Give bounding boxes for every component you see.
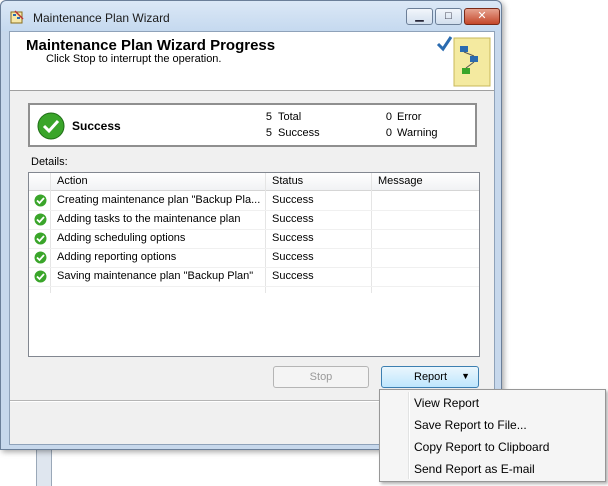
menu-item-send-report[interactable]: Send Report as E-mail bbox=[414, 462, 535, 476]
column-header-action[interactable]: Action bbox=[57, 175, 88, 187]
wizard-window: Maintenance Plan Wizard ▁ □ ✕ Maintenanc… bbox=[0, 0, 502, 450]
close-icon: ✕ bbox=[477, 10, 487, 22]
error-label: Error bbox=[397, 111, 422, 123]
wizard-banner-icon bbox=[436, 36, 491, 87]
row-status: Success bbox=[272, 232, 314, 244]
maximize-button[interactable]: □ bbox=[435, 8, 462, 25]
window-title: Maintenance Plan Wizard bbox=[33, 11, 170, 25]
success-icon bbox=[34, 270, 47, 283]
row-action: Adding scheduling options bbox=[57, 232, 186, 244]
menu-item-view-report[interactable]: View Report bbox=[414, 396, 479, 410]
wizard-header: Maintenance Plan Wizard Progress Click S… bbox=[10, 32, 494, 91]
stop-button-label: Stop bbox=[309, 371, 333, 383]
row-action: Adding tasks to the maintenance plan bbox=[57, 213, 241, 225]
close-button[interactable]: ✕ bbox=[464, 8, 500, 25]
title-bar[interactable]: Maintenance Plan Wizard ▁ □ ✕ bbox=[1, 1, 501, 31]
total-label: Total bbox=[278, 111, 302, 123]
table-row[interactable]: Creating maintenance plan "Backup Pla...… bbox=[29, 191, 479, 211]
row-status: Success bbox=[272, 251, 314, 263]
total-count: 5 bbox=[265, 111, 272, 123]
background-window-edge bbox=[36, 450, 52, 486]
row-action: Saving maintenance plan "Backup Plan" bbox=[57, 270, 254, 282]
table-row[interactable]: Adding scheduling options Success bbox=[29, 229, 479, 249]
row-status: Success bbox=[272, 213, 314, 225]
success-label: Success bbox=[278, 127, 320, 139]
summary-status: Success bbox=[72, 119, 121, 133]
column-header-status[interactable]: Status bbox=[272, 175, 303, 187]
row-status: Success bbox=[272, 270, 314, 282]
success-check-icon bbox=[37, 112, 65, 140]
menu-item-save-report[interactable]: Save Report to File... bbox=[414, 418, 527, 432]
page-title: Maintenance Plan Wizard Progress bbox=[26, 37, 276, 54]
report-button-label: Report bbox=[414, 371, 448, 383]
row-action: Adding reporting options bbox=[57, 251, 177, 263]
warning-count: 0 bbox=[385, 127, 392, 139]
details-grid[interactable]: Action Status Message Creating maintenan… bbox=[28, 172, 480, 357]
warning-label: Warning bbox=[397, 127, 438, 139]
page-subtitle: Click Stop to interrupt the operation. bbox=[46, 53, 222, 65]
success-icon bbox=[34, 251, 47, 264]
row-action: Creating maintenance plan "Backup Pla... bbox=[57, 194, 261, 206]
table-row[interactable]: Saving maintenance plan "Backup Plan" Su… bbox=[29, 267, 479, 287]
minimize-icon: ▁ bbox=[415, 10, 424, 22]
report-button[interactable]: Report ▼ bbox=[381, 366, 479, 388]
grid-header: Action Status Message bbox=[29, 173, 479, 191]
dropdown-arrow-icon: ▼ bbox=[461, 371, 470, 381]
success-icon bbox=[34, 213, 47, 226]
success-icon bbox=[34, 194, 47, 207]
row-status: Success bbox=[272, 194, 314, 206]
maximize-icon: □ bbox=[445, 10, 452, 22]
table-row[interactable]: Adding reporting options Success bbox=[29, 248, 479, 268]
stop-button[interactable]: Stop bbox=[273, 366, 369, 388]
menu-item-copy-report[interactable]: Copy Report to Clipboard bbox=[414, 440, 549, 454]
minimize-button[interactable]: ▁ bbox=[406, 8, 433, 25]
summary-panel: Success 5 Total 5 Success 0 Error 0 Warn… bbox=[28, 103, 477, 147]
wizard-app-icon bbox=[10, 10, 24, 24]
success-count: 5 bbox=[265, 127, 272, 139]
wizard-client-area: Maintenance Plan Wizard Progress Click S… bbox=[9, 31, 495, 445]
menu-icon-gutter bbox=[408, 392, 410, 479]
error-count: 0 bbox=[385, 111, 392, 123]
success-icon bbox=[34, 232, 47, 245]
details-label: Details: bbox=[31, 156, 68, 168]
column-header-message[interactable]: Message bbox=[378, 175, 423, 187]
report-dropdown-menu: View Report Save Report to File... Copy … bbox=[379, 389, 606, 482]
table-row[interactable]: Adding tasks to the maintenance plan Suc… bbox=[29, 210, 479, 230]
